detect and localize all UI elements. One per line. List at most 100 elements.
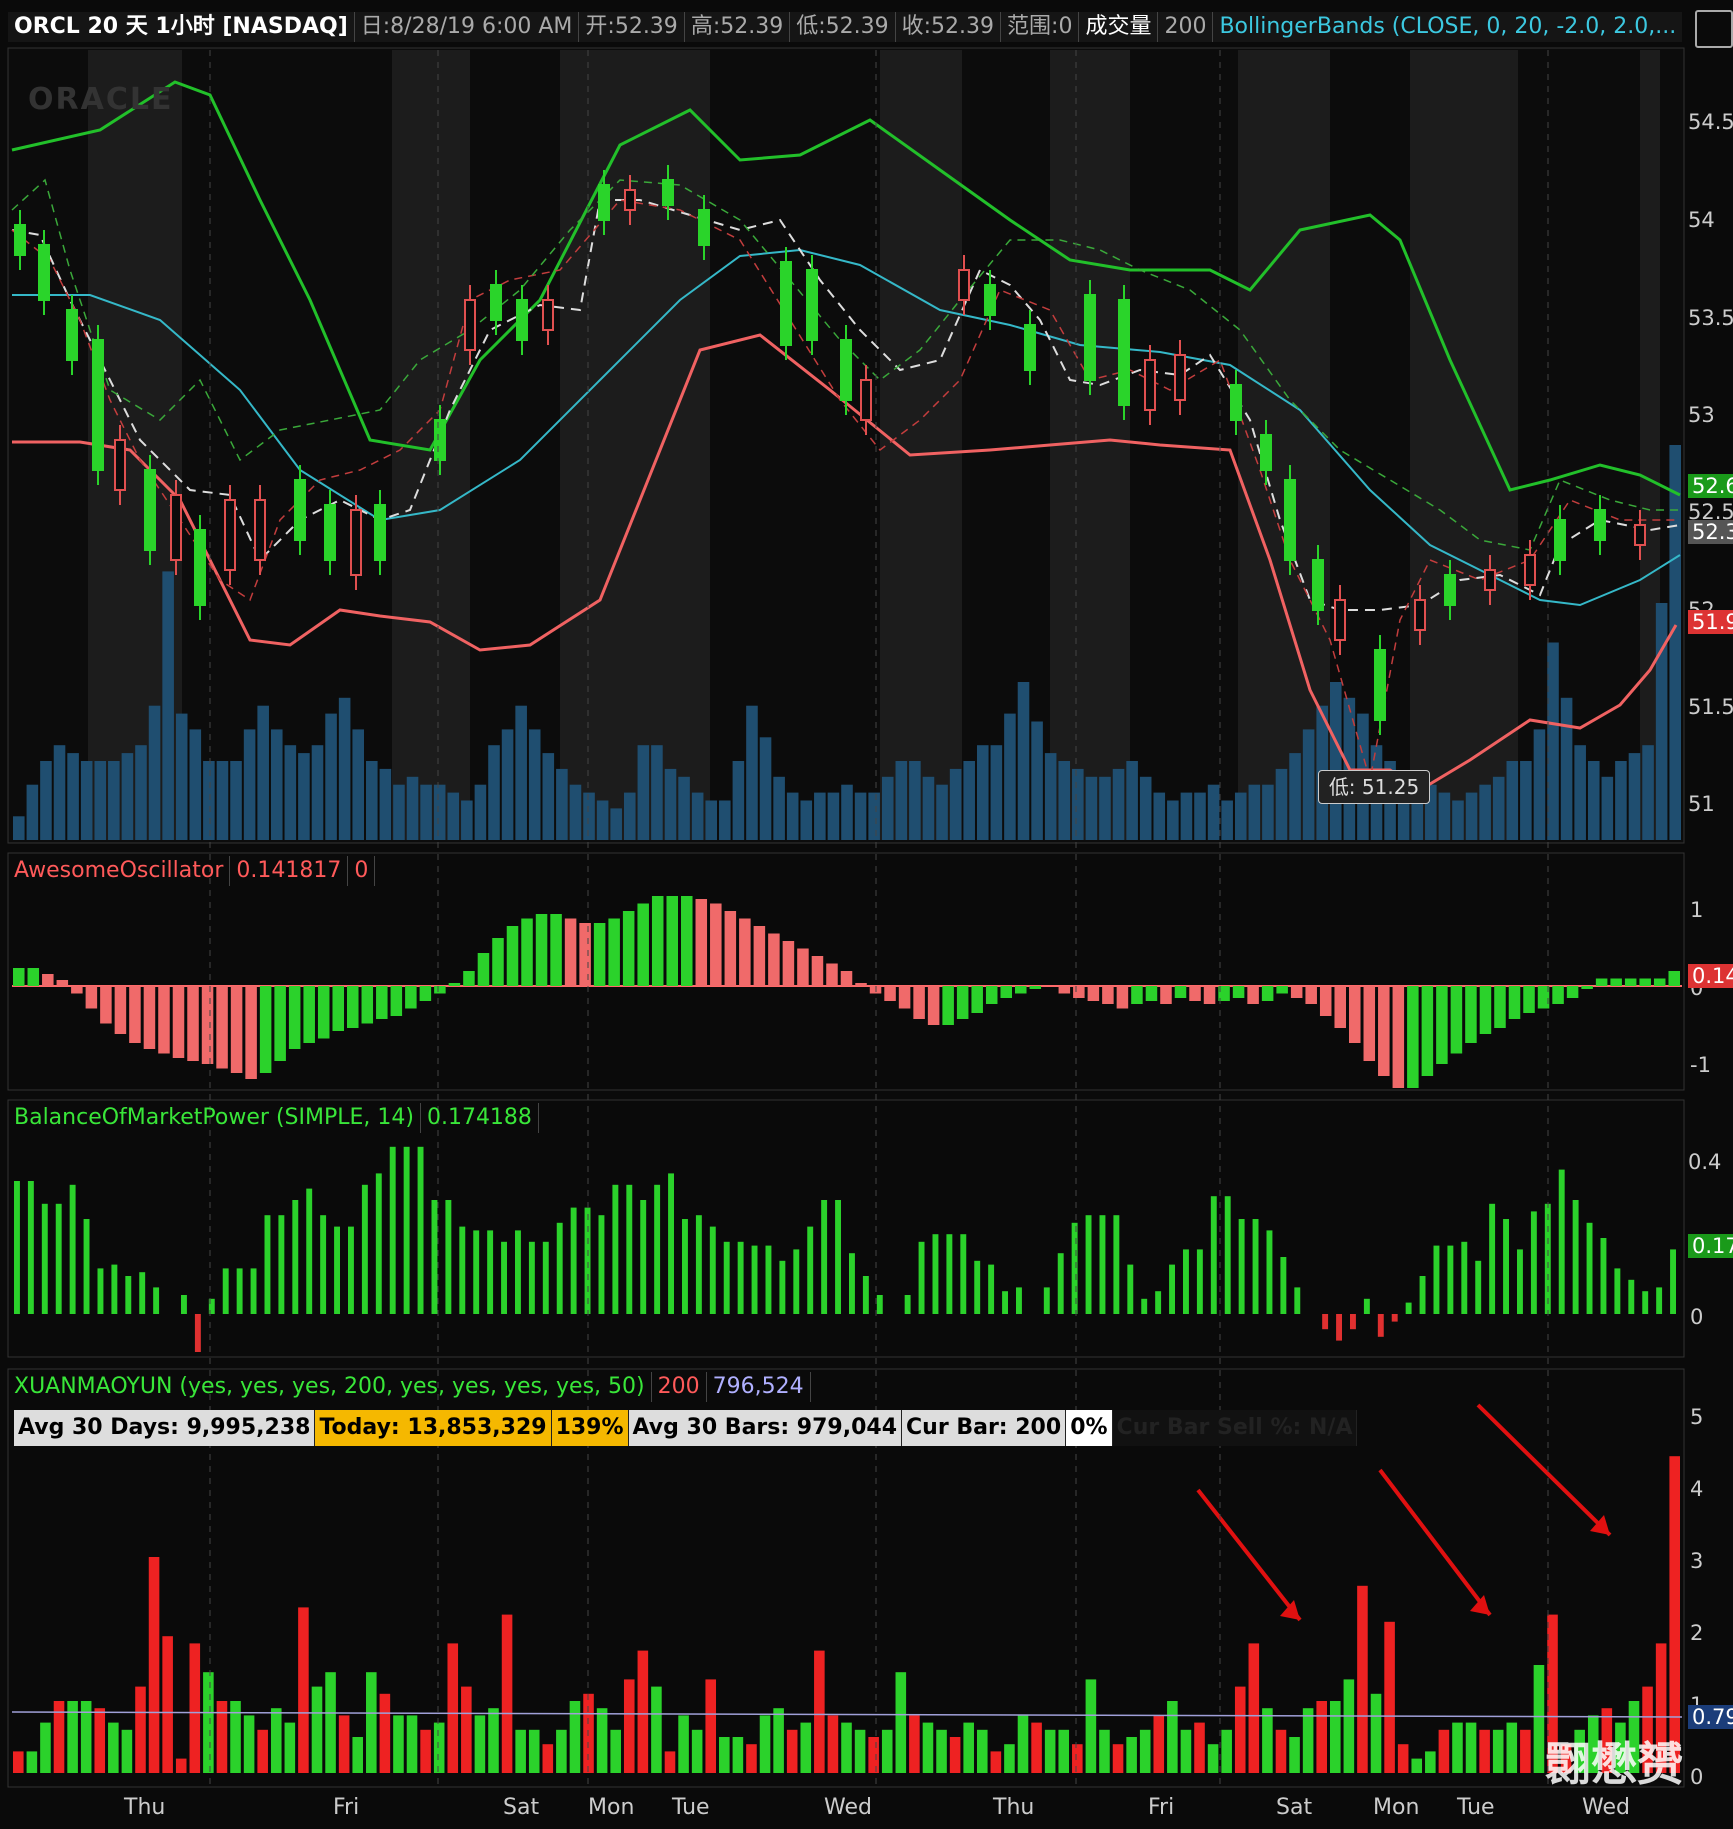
stat-today: Today: 13,853,329 <box>315 1410 552 1446</box>
ao-bar <box>288 986 301 1049</box>
xuan-v2: 796,524 <box>707 1372 811 1402</box>
ao-bar <box>637 903 649 986</box>
volume-bar <box>827 792 840 840</box>
x-label: Sat <box>503 1795 540 1820</box>
x-label: Wed <box>1582 1795 1630 1820</box>
ao-bar <box>85 986 98 1009</box>
candle-body <box>224 499 236 571</box>
xuan-bar <box>1411 1758 1423 1773</box>
ao-bar <box>768 933 780 986</box>
xuan-bar <box>1479 1729 1490 1773</box>
ao-bar <box>434 986 446 994</box>
candle-body <box>1334 599 1346 641</box>
xuan-title[interactable]: XUANMAOYUN (yes, yes, yes, 200, yes, yes… <box>8 1372 652 1402</box>
candle-body <box>1594 509 1606 541</box>
ao-bar <box>187 986 199 1061</box>
volume-bar <box>637 745 650 840</box>
bomp-bar <box>751 1245 758 1314</box>
bomp-bar <box>97 1268 104 1314</box>
bomp-bar <box>1628 1279 1635 1314</box>
volume-bar <box>393 784 405 840</box>
candle-body <box>516 299 528 341</box>
ao-bar <box>840 971 853 986</box>
price-tick: 53 <box>1688 403 1715 427</box>
price-tick: 54 <box>1688 208 1715 232</box>
candle-body <box>1484 569 1496 591</box>
ao-tick: -1 <box>1690 1053 1711 1077</box>
xuan-bar <box>175 1758 187 1773</box>
bomp-bar <box>1600 1238 1607 1314</box>
volume-bar <box>216 761 229 840</box>
bollinger-label[interactable]: BollingerBands (CLOSE, 0, 20, -2.0, 2.0,… <box>1213 12 1682 42</box>
candle-body <box>1414 599 1426 631</box>
volume-bar <box>1194 792 1206 840</box>
bomp-bar <box>14 1181 20 1314</box>
volume-bar <box>1112 768 1125 840</box>
ao-title[interactable]: AwesomeOscillator <box>8 856 231 886</box>
volume-bar <box>203 761 215 840</box>
ao-bar <box>477 953 490 986</box>
bomp-bar <box>69 1184 76 1314</box>
xuan-bar <box>515 1729 526 1773</box>
xuan-bar <box>1044 1729 1056 1773</box>
chart-style-icon[interactable] <box>1695 10 1733 48</box>
xuan-bar <box>1221 1729 1232 1773</box>
volume-bar <box>1587 761 1600 840</box>
ao-bar <box>1450 986 1463 1054</box>
candle-body <box>780 261 792 346</box>
candle-body <box>698 209 710 246</box>
xuan-v1: 200 <box>652 1372 707 1402</box>
candle-body <box>958 269 970 301</box>
volume-bar <box>732 761 745 840</box>
bomp-bar <box>1503 1219 1509 1314</box>
xuan-bar <box>1520 1729 1531 1773</box>
xuan-bar <box>691 1729 703 1773</box>
bomp-bar <box>946 1234 953 1314</box>
ao-bar <box>811 956 824 986</box>
volume-bar <box>515 705 527 840</box>
ao-bar <box>463 971 475 986</box>
volume-bar <box>881 776 894 840</box>
volume-bar <box>1574 745 1586 840</box>
ao-bar <box>376 986 388 1019</box>
stat-sellpct: Cur Bar Sell %: N/A <box>1112 1410 1358 1446</box>
xuan-bar <box>501 1614 513 1773</box>
candle-body <box>434 419 446 461</box>
bomp-bar <box>125 1276 132 1314</box>
candle-body <box>1024 324 1036 371</box>
candle-body <box>598 184 610 221</box>
volume-bar <box>189 729 202 840</box>
volume-bar <box>1167 800 1179 840</box>
xuan-bar <box>936 1729 947 1773</box>
candle-body <box>92 339 104 471</box>
bomp-bar <box>974 1260 981 1314</box>
bomp-bar <box>626 1184 633 1314</box>
ao-bar <box>317 986 330 1039</box>
bomp-bar <box>821 1200 828 1314</box>
oracle-watermark: ORACLE <box>28 82 174 117</box>
ao-bar <box>1058 986 1071 994</box>
bomp-bar <box>292 1200 299 1314</box>
candle-body <box>1524 554 1536 586</box>
bomp-bar <box>835 1200 841 1314</box>
volume-bar <box>1628 753 1641 840</box>
ao-bar <box>753 926 766 986</box>
chart-canvas[interactable] <box>0 0 1733 1825</box>
ao-bar <box>550 914 562 986</box>
bomp-bar <box>403 1146 410 1314</box>
bomp-title[interactable]: BalanceOfMarketPower (SIMPLE, 14) <box>8 1103 421 1133</box>
symbol-label[interactable]: ORCL 20 天 1小时 [NASDAQ] <box>8 12 355 42</box>
xuan-bar <box>1506 1722 1518 1773</box>
xuan-bar <box>909 1715 920 1773</box>
volume-bar <box>1465 792 1478 840</box>
candle-body <box>490 284 502 321</box>
bomp-bar <box>153 1287 160 1314</box>
bomp-bar <box>1377 1314 1384 1337</box>
xuan-bar <box>1058 1729 1070 1773</box>
ao-bar <box>1087 986 1100 1001</box>
volume-bar <box>569 784 582 840</box>
xuan-bar <box>746 1744 757 1773</box>
ao-bar <box>1668 971 1680 986</box>
xuan-bar <box>610 1729 621 1773</box>
xuan-bar <box>705 1679 717 1773</box>
